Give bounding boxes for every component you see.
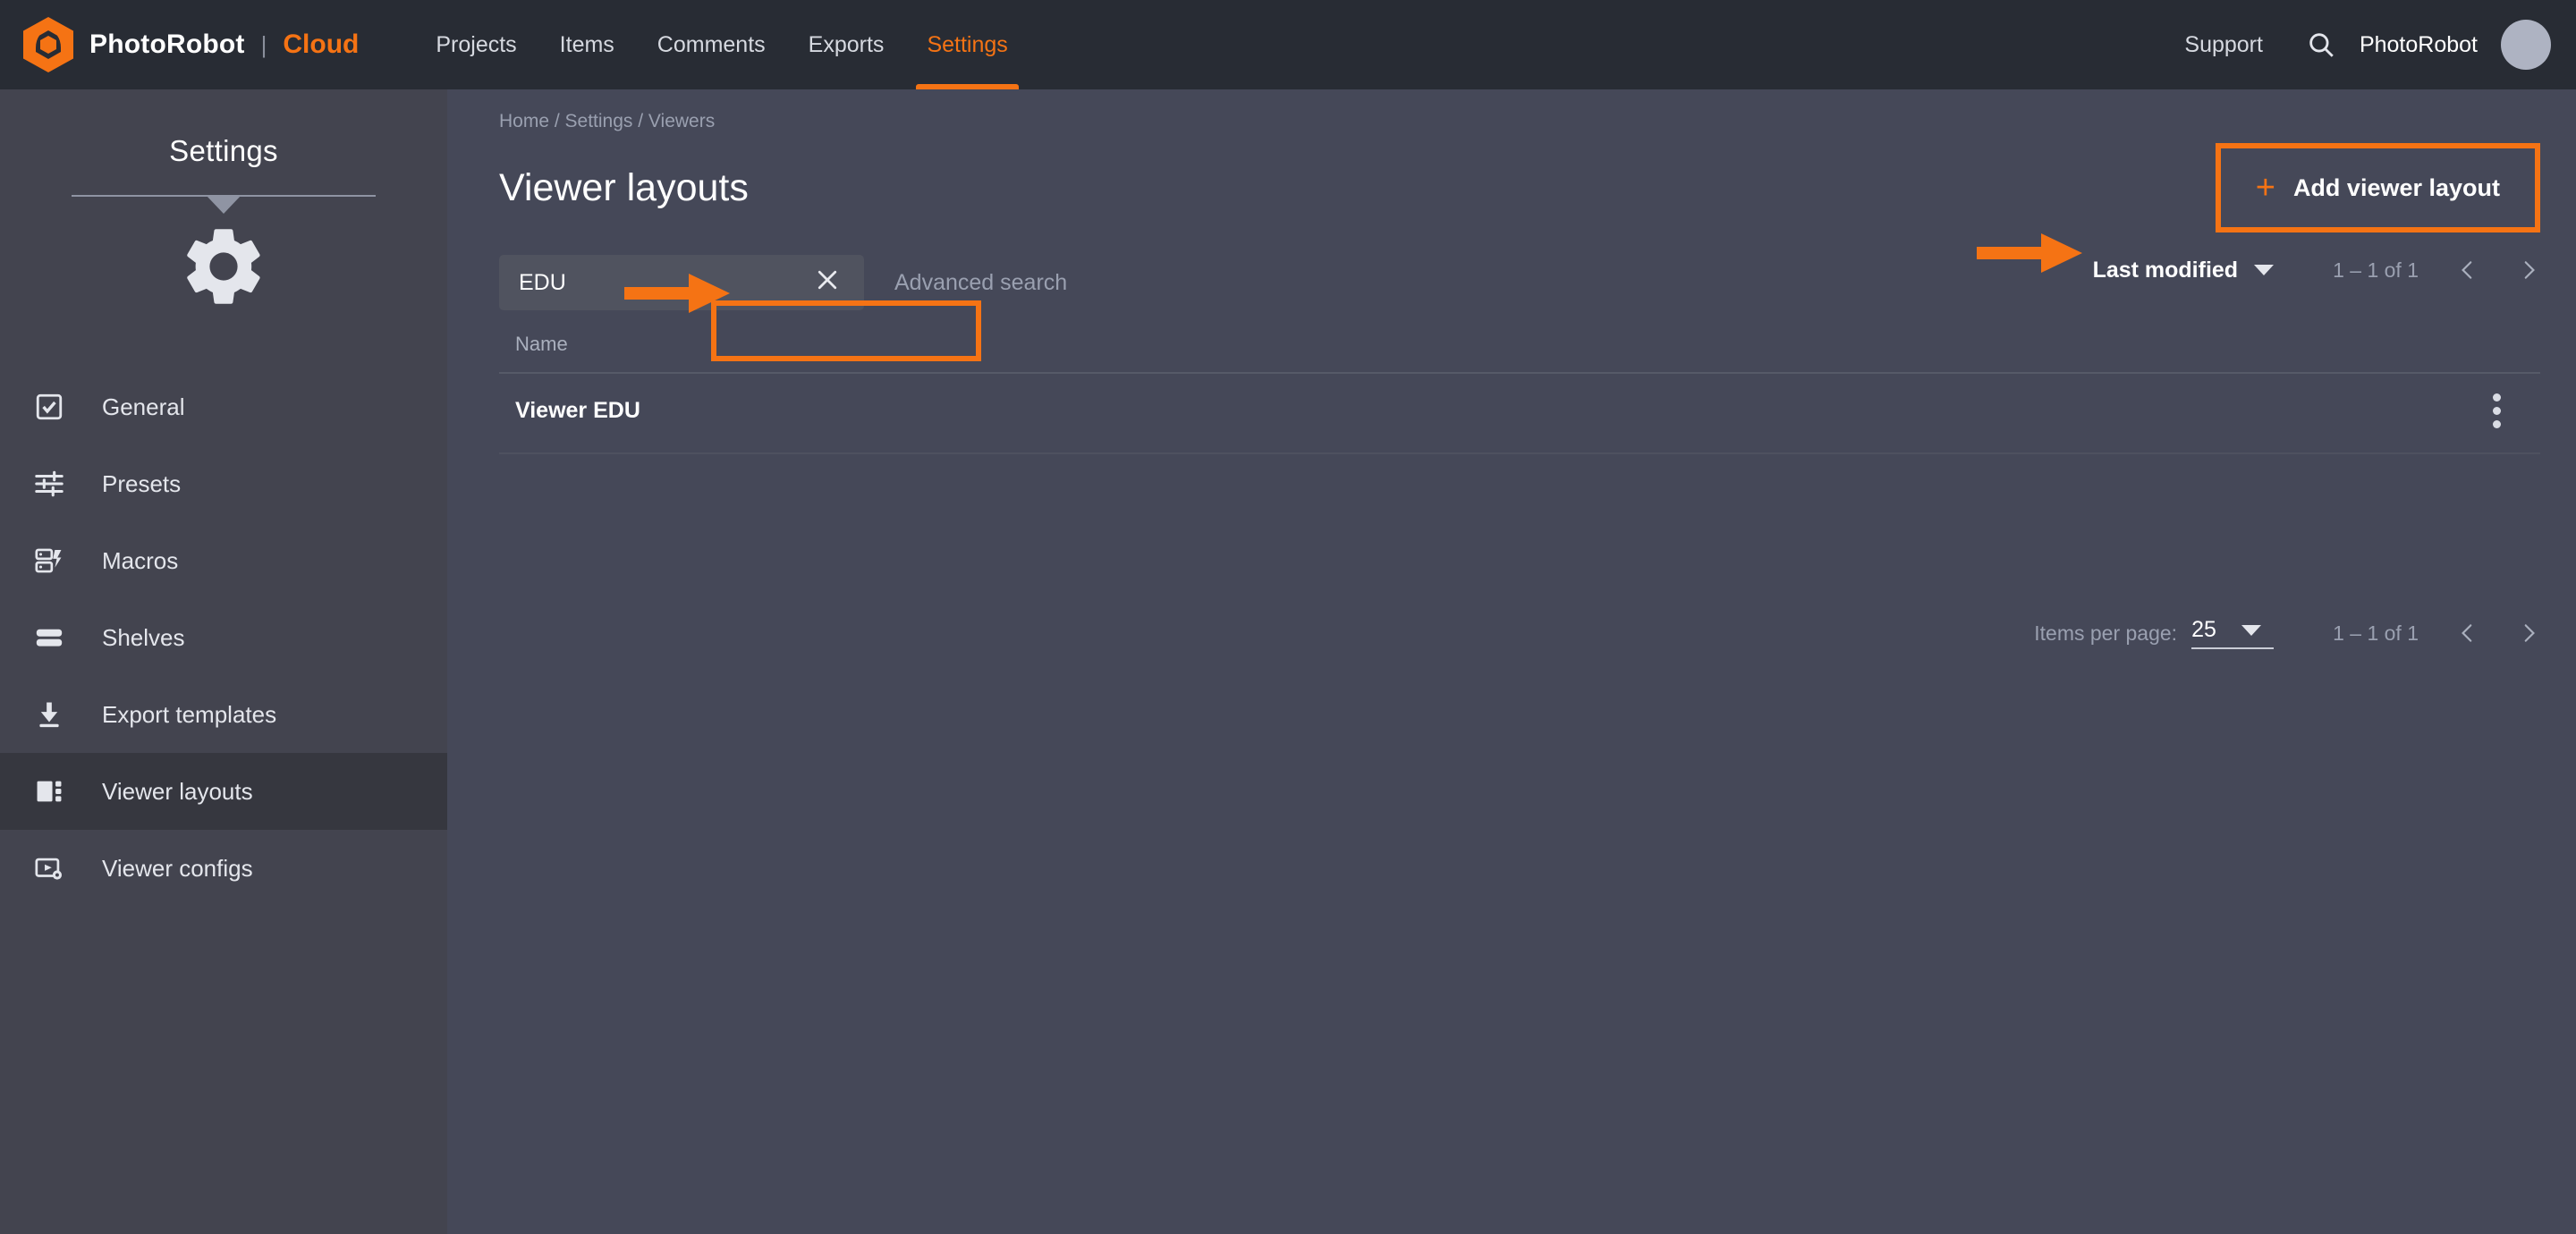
- table-column-name[interactable]: Name: [499, 333, 568, 355]
- brand-product: Cloud: [283, 30, 359, 60]
- top-pagination-next-button[interactable]: [2517, 255, 2540, 285]
- main-content: Home / Settings / Viewers Viewer layouts…: [447, 89, 2576, 1234]
- nav-item-comments[interactable]: Comments: [636, 0, 787, 89]
- nav-item-items[interactable]: Items: [538, 0, 636, 89]
- main-navigation: Projects Items Comments Exports Settings: [414, 0, 1029, 89]
- sidebar-item-label: Presets: [102, 470, 181, 498]
- sidebar-item-label: Viewer layouts: [102, 778, 253, 806]
- nav-item-settings[interactable]: Settings: [905, 0, 1029, 89]
- macros-bolt-icon: [34, 545, 75, 576]
- sidebar-item-presets[interactable]: Presets: [0, 445, 447, 522]
- shelves-icon: [34, 622, 75, 653]
- highlight-box-table-row: [711, 300, 981, 361]
- sidebar-title: Settings: [0, 134, 447, 168]
- sidebar-item-label: Macros: [102, 547, 178, 575]
- sort-and-pagination-row: Last modified 1 – 1 of 1: [2093, 255, 2540, 285]
- support-link[interactable]: Support: [2184, 32, 2263, 58]
- chevron-down-icon: [2254, 265, 2274, 275]
- brand-name: PhotoRobot: [89, 30, 245, 60]
- username-label[interactable]: PhotoRobot: [2360, 32, 2478, 58]
- sidebar-divider: [72, 195, 376, 197]
- sidebar-item-viewer-configs[interactable]: Viewer configs: [0, 830, 447, 907]
- table-row[interactable]: Viewer EDU: [499, 368, 2540, 454]
- sidebar-menu: General Presets Macros: [0, 368, 447, 907]
- brand-logo[interactable]: PhotoRobot | Cloud: [23, 17, 359, 72]
- download-icon: [34, 699, 75, 730]
- plus-icon: +: [2256, 171, 2275, 205]
- bottom-pagination-range: 1 – 1 of 1: [2333, 621, 2419, 646]
- brand-separator: |: [261, 31, 267, 59]
- sidebar-item-macros[interactable]: Macros: [0, 522, 447, 599]
- nav-item-exports[interactable]: Exports: [787, 0, 906, 89]
- top-header-bar: PhotoRobot | Cloud Projects Items Commen…: [0, 0, 2576, 89]
- top-pagination-range: 1 – 1 of 1: [2333, 258, 2419, 283]
- video-settings-icon: [34, 853, 75, 883]
- items-per-page-value: 25: [2191, 617, 2216, 643]
- photorobot-logo-icon: [23, 17, 73, 72]
- add-viewer-layout-label: Add viewer layout: [2293, 174, 2500, 202]
- table-cell-name: Viewer EDU: [499, 398, 640, 424]
- breadcrumb[interactable]: Home / Settings / Viewers: [499, 111, 2576, 132]
- header-right-group: Support PhotoRobot: [2184, 20, 2551, 70]
- bottom-pagination: Items per page: 25 1 – 1 of 1: [2034, 617, 2540, 649]
- arrow-right-annotation-add-button: [1977, 228, 2082, 283]
- gear-icon: [0, 220, 447, 313]
- highlight-box-add-button: + Add viewer layout: [2216, 143, 2540, 232]
- avatar[interactable]: [2501, 20, 2551, 70]
- sidebar-item-label: Export templates: [102, 701, 276, 729]
- items-per-page-dropdown[interactable]: 25: [2191, 617, 2274, 649]
- sliders-icon: [34, 469, 75, 499]
- add-viewer-layout-button[interactable]: + Add viewer layout: [2225, 153, 2530, 223]
- chevron-down-icon: [2241, 625, 2261, 636]
- search-icon[interactable]: [2306, 30, 2336, 60]
- nav-item-projects[interactable]: Projects: [414, 0, 538, 89]
- checkbox-square-icon: [34, 392, 75, 422]
- top-pagination-prev-button[interactable]: [2456, 255, 2479, 285]
- bottom-pagination-next-button[interactable]: [2517, 618, 2540, 648]
- sidebar-item-label: General: [102, 393, 185, 421]
- advanced-search-link[interactable]: Advanced search: [894, 270, 1067, 296]
- sidebar-item-label: Viewer configs: [102, 855, 253, 883]
- sort-dropdown-value: Last modified: [2093, 258, 2239, 283]
- sidebar-item-shelves[interactable]: Shelves: [0, 599, 447, 676]
- sort-dropdown[interactable]: Last modified: [2093, 258, 2275, 283]
- kebab-menu-icon[interactable]: [2493, 393, 2501, 428]
- close-icon[interactable]: [807, 263, 848, 302]
- sidebar-item-viewer-layouts[interactable]: Viewer layouts: [0, 753, 447, 830]
- layout-panels-icon: [34, 776, 75, 807]
- sidebar-item-label: Shelves: [102, 624, 185, 652]
- bottom-pagination-prev-button[interactable]: [2456, 618, 2479, 648]
- items-per-page-label: Items per page:: [2034, 621, 2177, 646]
- sidebar-item-export-templates[interactable]: Export templates: [0, 676, 447, 753]
- sidebar-item-general[interactable]: General: [0, 368, 447, 445]
- settings-sidebar: Settings General Presets: [0, 89, 447, 1234]
